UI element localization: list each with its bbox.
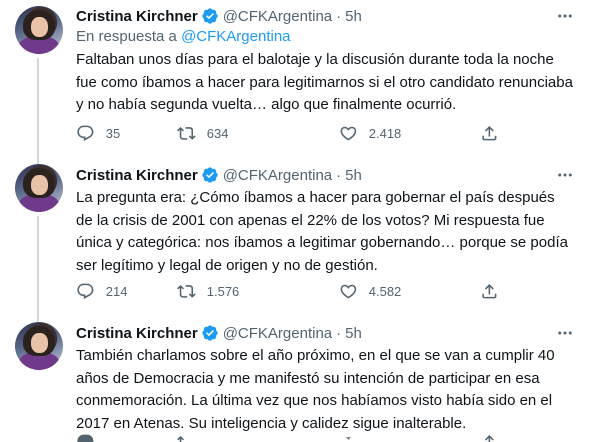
share-button[interactable]: [480, 124, 499, 143]
tweet-1[interactable]: Cristina Kirchner @CFKArgentina · 5h En …: [0, 0, 591, 150]
share-icon: [482, 125, 497, 141]
retweet-icon: [177, 126, 196, 140]
reply-context: En respuesta a @CFKArgentina: [76, 27, 575, 47]
separator: ·: [336, 166, 342, 184]
author-name[interactable]: Cristina Kirchner: [76, 167, 198, 184]
tweet-content: Cristina Kirchner @CFKArgentina · 5h Tam…: [76, 323, 575, 435]
heart-icon: [340, 284, 357, 299]
reply-button[interactable]: 35: [76, 124, 120, 143]
verified-badge-icon: [201, 324, 219, 342]
tweet-actions: [76, 432, 575, 442]
tweet-text: Faltaban unos días para el balotaje y la…: [76, 51, 573, 113]
author-handle[interactable]: @CFKArgentina: [223, 325, 332, 342]
author-handle[interactable]: @CFKArgentina: [223, 167, 332, 184]
retweet-count: 634: [206, 125, 229, 141]
separator: ·: [336, 7, 342, 25]
heart-icon: [340, 126, 357, 141]
tweet-thread: Cristina Kirchner @CFKArgentina · 5h En …: [0, 0, 591, 442]
more-options-icon[interactable]: [555, 165, 575, 185]
tweet-2[interactable]: Cristina Kirchner @CFKArgentina · 5h La …: [0, 150, 591, 308]
reply-handle-link[interactable]: @CFKArgentina: [181, 28, 290, 45]
reply-icon: [77, 125, 94, 141]
reply-button[interactable]: [76, 433, 106, 442]
avatar[interactable]: [15, 164, 63, 212]
like-count: 2.418: [368, 125, 402, 141]
author-handle[interactable]: @CFKArgentina: [223, 8, 332, 25]
reply-icon: [77, 434, 94, 442]
retweet-button[interactable]: [177, 433, 207, 442]
tweet-actions: 214 1.576 4.582: [76, 281, 575, 301]
share-button[interactable]: [480, 433, 499, 442]
avatar[interactable]: [15, 6, 63, 54]
author-name[interactable]: Cristina Kirchner: [76, 325, 198, 342]
tweet-header: Cristina Kirchner @CFKArgentina · 5h: [76, 6, 575, 26]
tweet-3[interactable]: Cristina Kirchner @CFKArgentina · 5h Tam…: [0, 308, 591, 442]
tweet-actions: 35 634 2.418: [76, 123, 575, 143]
reply-icon: [77, 283, 94, 299]
more-options-icon[interactable]: [555, 6, 575, 26]
tweet-header: Cristina Kirchner @CFKArgentina · 5h: [76, 323, 575, 343]
heart-icon: [344, 436, 353, 440]
like-button[interactable]: [339, 433, 369, 442]
tweet-content: Cristina Kirchner @CFKArgentina · 5h En …: [76, 6, 575, 117]
separator: ·: [336, 324, 342, 342]
avatar[interactable]: [15, 322, 63, 370]
thread-line: [37, 150, 39, 164]
retweet-icon: [177, 284, 196, 298]
like-count: 4.582: [368, 283, 402, 299]
share-button[interactable]: [480, 282, 499, 301]
author-name[interactable]: Cristina Kirchner: [76, 8, 198, 25]
tweet-content: Cristina Kirchner @CFKArgentina · 5h La …: [76, 165, 575, 277]
retweet-button[interactable]: 634: [177, 124, 228, 143]
verified-badge-icon: [201, 166, 219, 184]
more-options-icon[interactable]: [555, 323, 575, 343]
like-button[interactable]: 4.582: [339, 282, 401, 301]
retweet-count: 1.576: [206, 283, 240, 299]
reply-count: 35: [105, 125, 121, 141]
share-icon: [484, 434, 494, 442]
retweet-icon: [177, 435, 184, 442]
share-icon: [482, 283, 497, 299]
like-button[interactable]: 2.418: [339, 124, 401, 143]
tweet-text: También charlamos sobre el año próximo, …: [76, 347, 555, 432]
tweet-text: La pregunta era: ¿Cómo íbamos a hacer pa…: [76, 189, 568, 274]
avatar-face: [31, 175, 48, 195]
thread-line: [37, 216, 39, 308]
verified-badge-icon: [201, 7, 219, 25]
reply-button[interactable]: 214: [76, 282, 127, 301]
timestamp[interactable]: 5h: [345, 325, 362, 342]
retweet-button[interactable]: 1.576: [177, 282, 239, 301]
tweet-header: Cristina Kirchner @CFKArgentina · 5h: [76, 165, 575, 185]
avatar-face: [31, 17, 48, 37]
reply-count: 214: [105, 283, 128, 299]
timestamp[interactable]: 5h: [345, 167, 362, 184]
thread-line: [37, 308, 39, 322]
timestamp[interactable]: 5h: [345, 8, 362, 25]
reply-prefix: En respuesta a: [76, 28, 177, 45]
avatar-face: [31, 333, 48, 353]
thread-line: [37, 58, 39, 150]
